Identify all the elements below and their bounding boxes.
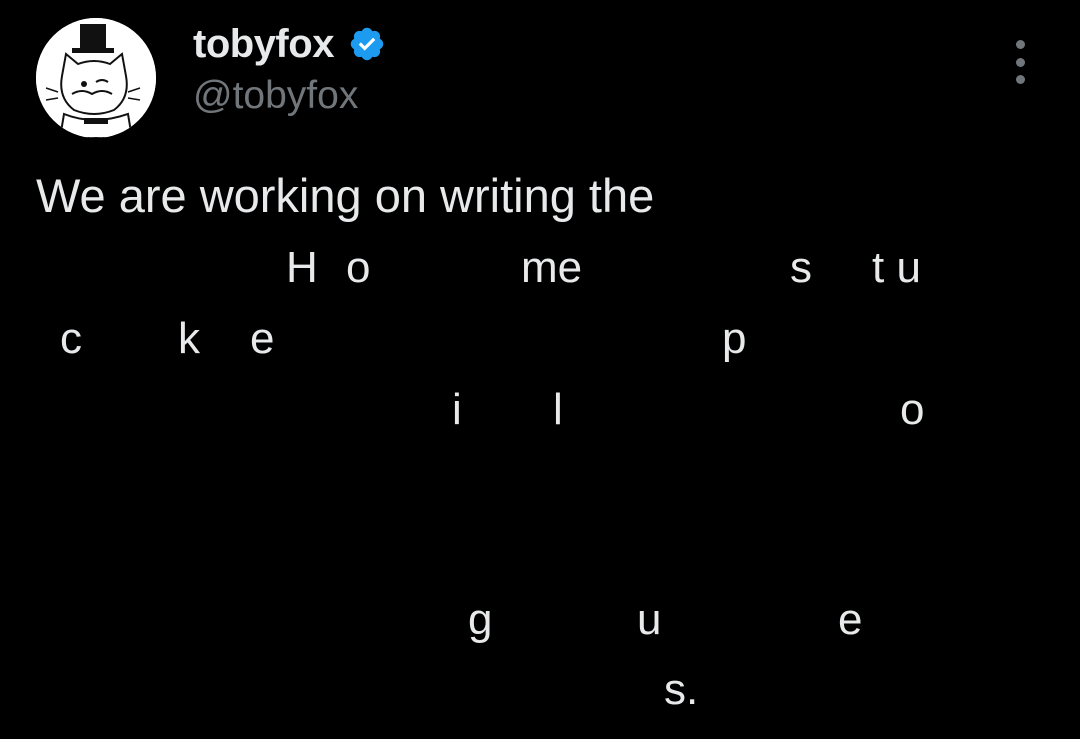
more-vertical-icon-dot <box>1015 75 1025 84</box>
scattered-letter-c: c <box>60 314 82 363</box>
scattered-letter-l: l <box>553 385 563 434</box>
scattered-letters-s-period: s. <box>664 665 699 714</box>
scattered-letter-o-2: o <box>900 385 925 434</box>
scattered-letters-tu: t u <box>872 243 921 292</box>
scattered-letter-k: k <box>178 314 200 363</box>
cat-top-hat-icon <box>36 18 156 138</box>
more-vertical-icon-dot <box>1015 57 1025 67</box>
scattered-letter-p: p <box>722 314 747 363</box>
scattered-letter-e: e <box>250 314 275 363</box>
scattered-letters-me: me <box>521 243 583 292</box>
author-avatar[interactable] <box>36 18 156 138</box>
scattered-letter-e-2: e <box>838 595 863 644</box>
more-options-button[interactable] <box>1004 40 1036 84</box>
author-handle[interactable]: @tobyfox <box>193 74 358 118</box>
more-vertical-icon <box>1015 40 1025 49</box>
scattered-letter-g: g <box>468 595 493 644</box>
scattered-letter-o: o <box>346 243 371 292</box>
author-name-row[interactable]: tobyfox <box>193 18 386 70</box>
scattered-letter-i: i <box>452 385 462 434</box>
scattered-letter-s: s <box>790 243 812 292</box>
scattered-letter-H: H <box>286 243 318 292</box>
tweet-text: We are working on writing the <box>36 169 655 222</box>
scattered-letter-u: u <box>637 595 662 644</box>
author-display-name[interactable]: tobyfox <box>193 22 334 67</box>
verified-badge-icon <box>348 25 386 63</box>
